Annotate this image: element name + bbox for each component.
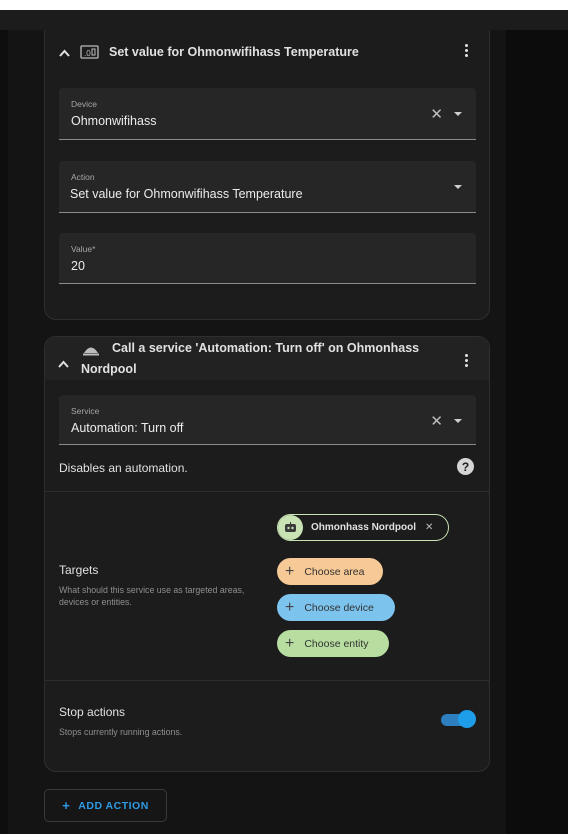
device-field-label: Device: [71, 99, 97, 109]
target-chip-label: Ohmonhass Nordpool: [311, 522, 416, 533]
svg-text:.0: .0: [84, 49, 91, 58]
value-field-value: 20: [71, 259, 85, 273]
targets-help-text: What should this service use as targeted…: [59, 585, 245, 607]
service-bell-icon: [82, 343, 100, 361]
targets-title: Targets: [59, 563, 99, 577]
chevron-up-icon[interactable]: [58, 355, 69, 373]
service-description: Disables an automation.: [59, 461, 188, 475]
plus-icon: +: [285, 598, 295, 616]
plus-icon: +: [285, 634, 295, 652]
device-number-icon: .0: [80, 45, 99, 59]
service-field-value: Automation: Turn off: [71, 421, 184, 435]
divider: [45, 680, 489, 681]
plus-icon: +: [285, 562, 295, 580]
choose-entity-label: Choose entity: [304, 637, 369, 650]
window-top-edge: [0, 0, 568, 10]
more-vert-icon[interactable]: [465, 44, 469, 57]
top-bar: [0, 10, 568, 30]
stop-actions-toggle-knob[interactable]: [458, 710, 476, 728]
device-field-value: Ohmonwifihass: [71, 114, 157, 128]
chevron-up-icon[interactable]: [59, 45, 70, 60]
action-card-call-service: Call a service 'Automation: Turn off' on…: [44, 336, 490, 772]
card-title: Set value for Ohmonwifihass Temperature: [109, 45, 359, 59]
plus-icon: +: [62, 798, 71, 813]
card-title-line2: Nordpool: [81, 362, 137, 376]
choose-device-label: Choose device: [304, 601, 374, 614]
service-field-label: Service: [71, 406, 100, 416]
add-action-button[interactable]: + ADD ACTION: [44, 789, 167, 822]
card-header[interactable]: .0 Set value for Ohmonwifihass Temperatu…: [59, 42, 503, 62]
choose-device-button[interactable]: + Choose device: [277, 594, 395, 621]
add-action-label: ADD ACTION: [78, 799, 149, 812]
help-icon[interactable]: ?: [457, 458, 474, 475]
target-chip-ohmonhass-nordpool[interactable]: Ohmonhass Nordpool ✕: [277, 514, 449, 541]
stop-actions-subtitle: Stops currently running actions.: [59, 727, 183, 737]
right-pane: [506, 30, 568, 834]
service-field[interactable]: Service Automation: Turn off ✕: [59, 395, 476, 445]
action-card-set-value: .0 Set value for Ohmonwifihass Temperatu…: [44, 30, 490, 320]
card-title-line1: Call a service 'Automation: Turn off' on…: [112, 341, 420, 355]
stop-actions-title: Stop actions: [59, 705, 126, 719]
value-field-label: Value*: [71, 244, 96, 254]
clear-icon[interactable]: ✕: [430, 105, 443, 123]
value-field[interactable]: Value* 20: [59, 233, 476, 284]
device-field[interactable]: Device Ohmonwifihass ✕: [59, 88, 476, 140]
divider: [45, 491, 489, 492]
more-vert-icon[interactable]: [465, 354, 469, 367]
choose-entity-button[interactable]: + Choose entity: [277, 630, 389, 657]
robot-icon: [278, 515, 303, 540]
dropdown-arrow-icon[interactable]: [454, 185, 462, 189]
action-field-value: Set value for Ohmonwifihass Temperature: [70, 187, 303, 201]
action-field[interactable]: Action Set value for Ohmonwifihass Tempe…: [59, 161, 476, 213]
dropdown-arrow-icon[interactable]: [454, 112, 462, 116]
action-field-label: Action: [71, 172, 95, 182]
choose-area-button[interactable]: + Choose area: [277, 558, 383, 585]
card-header[interactable]: Call a service 'Automation: Turn off' on…: [45, 337, 489, 380]
dropdown-arrow-icon[interactable]: [454, 419, 462, 423]
close-icon[interactable]: ✕: [425, 522, 433, 533]
left-gutter: [0, 30, 8, 834]
clear-icon[interactable]: ✕: [430, 412, 443, 430]
choose-area-label: Choose area: [304, 565, 365, 578]
